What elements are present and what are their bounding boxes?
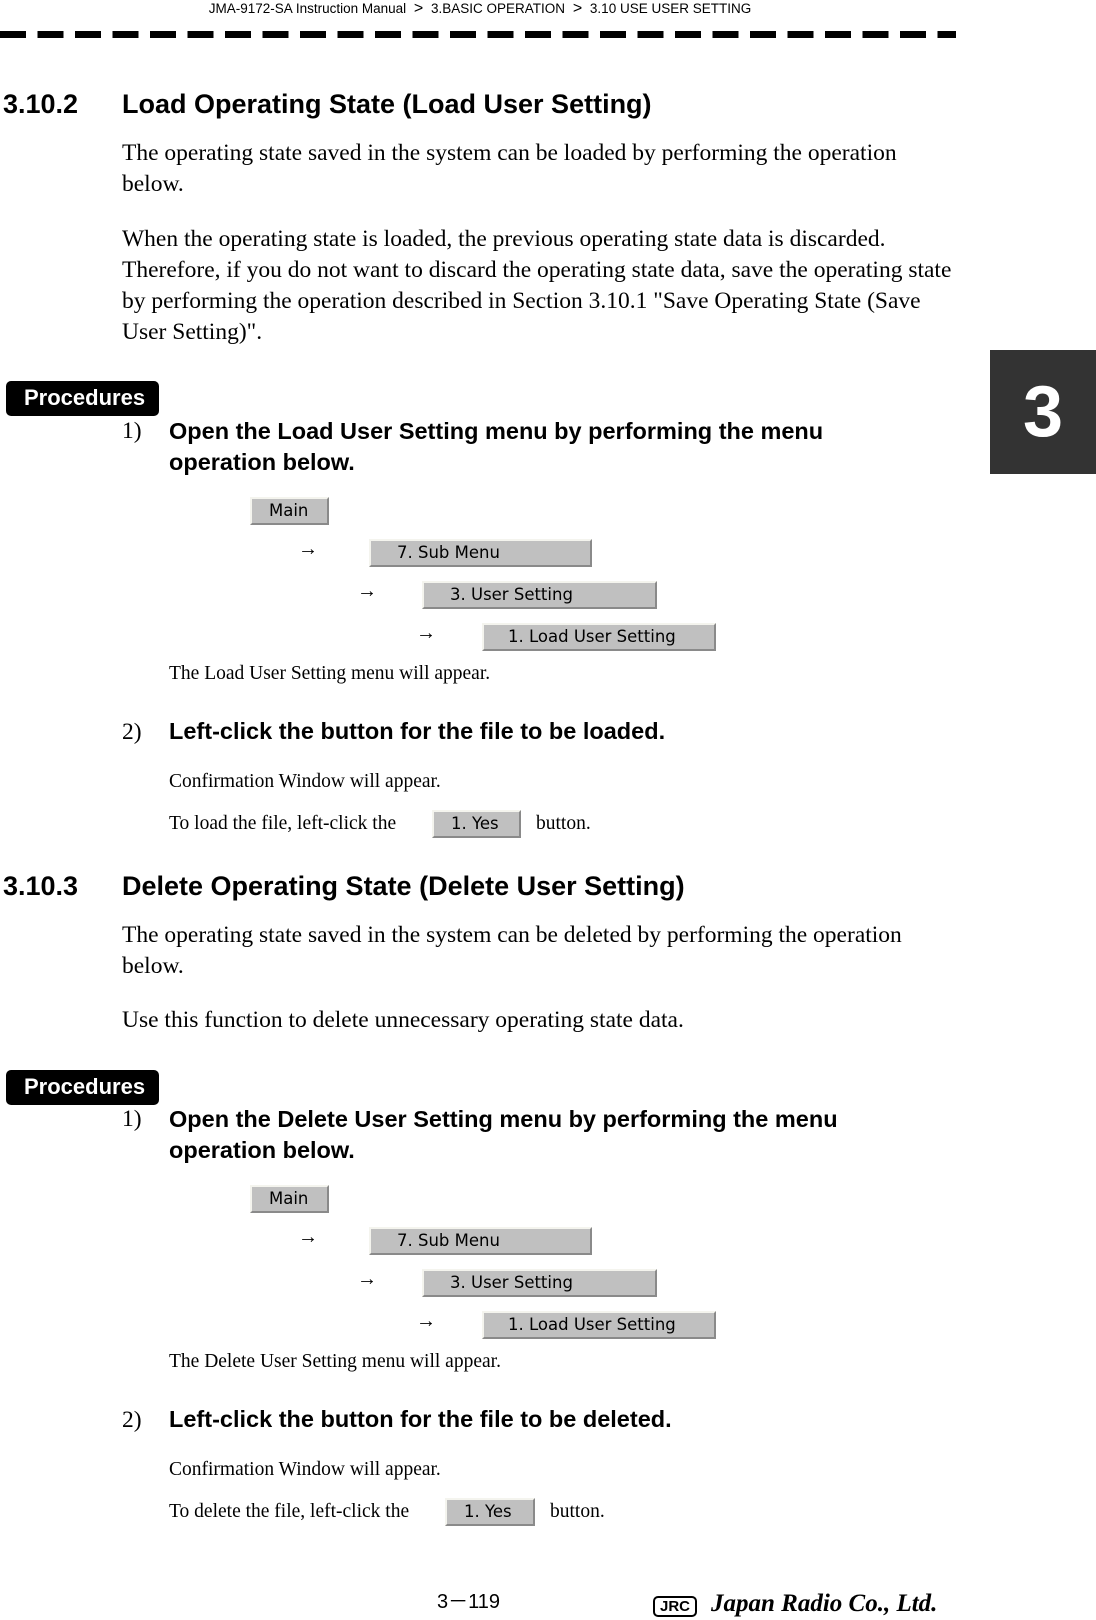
step-result: The Load User Setting menu will appear. xyxy=(169,663,491,684)
step-instruction-text: button. xyxy=(550,1501,605,1522)
menu-button-load-user-setting[interactable]: 1. Load User Setting xyxy=(482,1311,716,1339)
paragraph: Use this function to delete unnecessary … xyxy=(122,1007,684,1033)
menu-button-sub-menu[interactable]: 7. Sub Menu xyxy=(369,1227,592,1255)
breadcrumb-chapter: 3.BASIC OPERATION xyxy=(431,1,566,16)
step-result: The Delete User Setting menu will appear… xyxy=(169,1351,501,1372)
step-instruction: Left-click the button for the file to be… xyxy=(169,718,666,744)
breadcrumb-manual: JMA-9172-SA Instruction Manual xyxy=(208,1,407,16)
menu-button-main[interactable]: Main xyxy=(250,497,329,525)
breadcrumb-section: 3.10 USE USER SETTING xyxy=(589,1,752,16)
yes-button[interactable]: 1. Yes xyxy=(445,1498,535,1526)
menu-button-user-setting[interactable]: 3. User Setting xyxy=(422,581,657,609)
menu-button-main[interactable]: Main xyxy=(250,1185,329,1213)
company-logo: JRC Japan Radio Co., Ltd. xyxy=(653,1590,937,1618)
company-name: Japan Radio Co., Ltd. xyxy=(711,1590,938,1617)
menu-button-load-user-setting[interactable]: 1. Load User Setting xyxy=(482,623,716,651)
paragraph: The operating state saved in the system … xyxy=(122,922,902,979)
arrow-icon: → xyxy=(298,1226,318,1248)
step-instruction: Open the Delete User Setting menu by per… xyxy=(169,1106,838,1163)
arrow-icon: → xyxy=(298,538,318,560)
arrow-icon: → xyxy=(416,622,436,644)
step-instruction-text: To delete the file, left-click the xyxy=(169,1501,410,1522)
section-number: 3.10.3 xyxy=(3,871,79,901)
arrow-icon: → xyxy=(357,580,377,602)
arrow-icon: → xyxy=(416,1310,436,1332)
procedures-label: Procedures xyxy=(6,1070,160,1105)
header-dashed-divider xyxy=(0,31,956,38)
step-number: 1) xyxy=(122,1106,142,1132)
step-instruction: Open the Load User Setting menu by perfo… xyxy=(169,418,824,475)
paragraph: When the operating state is loaded, the … xyxy=(122,226,952,345)
arrow-icon: → xyxy=(357,1268,377,1290)
step-number: 2) xyxy=(122,719,142,745)
breadcrumb-header: JMA-9172-SA Instruction Manual > 3.BASIC… xyxy=(0,0,960,18)
section-title: Delete Operating State (Delete User Sett… xyxy=(122,871,685,901)
step-result: Confirmation Window will appear. xyxy=(169,771,441,792)
jrc-logo-mark: JRC xyxy=(653,1596,698,1617)
section-number: 3.10.2 xyxy=(3,89,79,119)
breadcrumb-separator: > xyxy=(413,0,424,17)
section-title: Load Operating State (Load User Setting) xyxy=(122,89,652,119)
step-number: 2) xyxy=(122,1407,142,1433)
step-instruction: Left-click the button for the file to be… xyxy=(169,1406,672,1432)
menu-button-sub-menu[interactable]: 7. Sub Menu xyxy=(369,539,592,567)
menu-button-user-setting[interactable]: 3. User Setting xyxy=(422,1269,657,1297)
step-result: Confirmation Window will appear. xyxy=(169,1459,441,1480)
yes-button[interactable]: 1. Yes xyxy=(432,810,521,838)
paragraph: The operating state saved in the system … xyxy=(122,140,897,197)
section-heading-3-10-3: 3.10.3 Delete Operating State (Delete Use… xyxy=(3,871,685,902)
step-instruction-text: button. xyxy=(536,813,591,834)
breadcrumb-separator: > xyxy=(572,0,583,17)
step-instruction-text: To load the file, left-click the xyxy=(169,813,397,834)
page-number: 3－119 xyxy=(437,1591,501,1613)
step-number: 1) xyxy=(122,418,142,444)
section-heading-3-10-2: 3.10.2 Load Operating State (Load User Se… xyxy=(3,89,652,120)
chapter-tab: 3 xyxy=(990,350,1096,474)
procedures-label: Procedures xyxy=(6,381,160,416)
